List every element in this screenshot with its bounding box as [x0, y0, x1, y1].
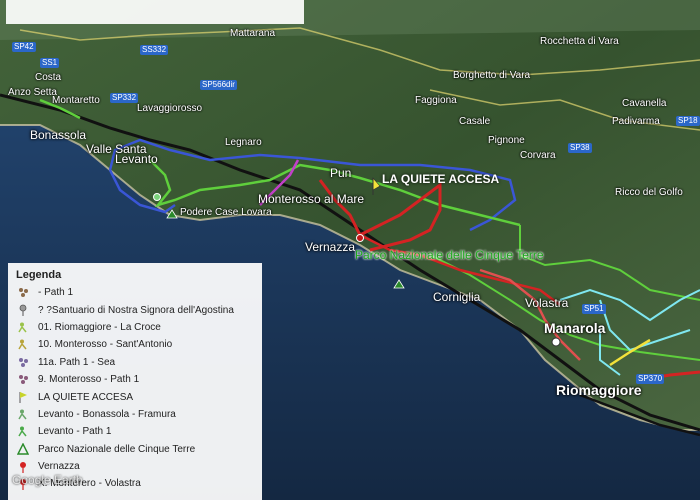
google-earth-watermark: Google Earth [12, 473, 83, 487]
manarola-marker[interactable] [551, 337, 561, 347]
place-borghetto[interactable]: Borghetto di Vara [453, 70, 530, 81]
legend-item-label: Parco Nazionale delle Cinque Terre [38, 443, 196, 455]
people-icon [16, 356, 30, 368]
place-cavanella[interactable]: Cavanella [622, 98, 666, 109]
hiker-icon [16, 426, 30, 438]
legend-item-label: 01. Riomaggiore - La Croce [38, 321, 161, 333]
place-anzo[interactable]: Anzo Setta [8, 87, 57, 98]
legend-item[interactable]: ? ?Santuario di Nostra Signora dell'Agos… [16, 301, 262, 318]
place-faggiona[interactable]: Faggiona [415, 95, 457, 106]
road-label-sp332: SP332 [110, 93, 139, 103]
place-padivarma[interactable]: Padivarma [612, 116, 660, 127]
place-lavaggiorosso[interactable]: Lavaggiorosso [137, 103, 202, 114]
place-levanto[interactable]: Levanto [115, 152, 158, 166]
legend-item[interactable]: Levanto - Bonassola - Framura [16, 406, 262, 423]
place-montaretto[interactable]: Montaretto [52, 95, 100, 106]
place-bonassola[interactable]: Bonassola [30, 128, 86, 142]
place-mattarana[interactable]: Mattarana [230, 28, 275, 39]
place-legnaro[interactable]: Legnaro [225, 137, 262, 148]
place-pignone[interactable]: Pignone [488, 135, 525, 146]
people-icon [16, 287, 30, 299]
hiker-icon [16, 339, 30, 351]
place-manarola[interactable]: Manarola [544, 320, 605, 336]
legend-item[interactable]: Levanto - Path 1 [16, 423, 262, 440]
legend-item-label: Levanto - Bonassola - Framura [38, 408, 176, 420]
legend-item[interactable]: LA QUIETE ACCESA [16, 388, 262, 405]
place-parco-nazionale[interactable]: Parco Nazionale delle Cinque Terre [355, 248, 544, 262]
legend-item-label: 10. Monterosso - Sant'Antonio [38, 339, 173, 351]
legend-title: Legenda [16, 269, 62, 281]
road-label-sp566dir: SP566dir [200, 80, 237, 90]
legend-item-label: 9. Monterosso - Path 1 [38, 374, 140, 386]
place-vernazza[interactable]: Vernazza [305, 240, 355, 254]
place-volastra[interactable]: Volastra [525, 296, 568, 310]
place-costa[interactable]: Costa [35, 72, 61, 83]
legend-item[interactable]: 10. Monterosso - Sant'Antonio [16, 336, 262, 353]
place-podere[interactable]: Podere Case Lovara [180, 207, 272, 218]
flag-icon [16, 391, 30, 404]
legend-item-label: Levanto - Path 1 [38, 426, 112, 438]
place-corniglia[interactable]: Corniglia [433, 290, 480, 304]
hiker-icon [16, 321, 30, 333]
legend-item[interactable]: Parco Nazionale delle Cinque Terre [16, 441, 262, 458]
legend-item-label: 11a. Path 1 - Sea [38, 356, 116, 368]
legend-item[interactable]: - Path 1 [16, 284, 262, 301]
place-riomaggiore[interactable]: Riomaggiore [556, 382, 642, 398]
pin-icon [16, 304, 30, 317]
road-label-sp51: SP51 [582, 304, 606, 314]
legend-item-label: ? ?Santuario di Nostra Signora dell'Agos… [38, 304, 234, 316]
road-label-sp42: SP42 [12, 42, 36, 52]
place-la-quiete-accesa[interactable]: LA QUIETE ACCESA [382, 172, 499, 186]
park-icon [16, 443, 30, 455]
road-label-sp370: SP370 [636, 374, 665, 384]
legend-item[interactable]: 11a. Path 1 - Sea [16, 354, 262, 371]
people-icon [16, 374, 30, 386]
road-label-sp38: SP38 [568, 143, 592, 153]
place-corvara[interactable]: Corvara [520, 150, 556, 161]
place-rocchetta[interactable]: Rocchetta di Vara [540, 36, 619, 47]
legend-panel: Legenda - Path 1 ? ?Santuario di Nostra … [8, 263, 262, 500]
legend-item[interactable]: 9. Monterosso - Path 1 [16, 371, 262, 388]
place-ricco[interactable]: Ricco del Golfo [615, 187, 683, 198]
place-pun[interactable]: Pun [330, 166, 351, 180]
vernazza-marker[interactable] [356, 234, 364, 242]
legend-item-label: Vernazza [38, 461, 80, 473]
road-label-sp18: SP18 [676, 116, 700, 126]
legend-item-label: LA QUIETE ACCESA [38, 391, 134, 403]
legend-item[interactable]: 01. Riomaggiore - La Croce [16, 319, 262, 336]
top-info-panel [6, 0, 304, 24]
place-casale[interactable]: Casale [459, 116, 490, 127]
legend-item-label: - Path 1 [38, 287, 74, 299]
road-label-ss1: SS1 [40, 58, 60, 68]
hiker-icon [16, 408, 30, 420]
road-label-ss332: SS332 [140, 45, 169, 55]
place-monterosso[interactable]: Monterosso al Mare [258, 192, 364, 206]
red-pin-icon [16, 461, 30, 473]
levanto-marker[interactable] [153, 193, 161, 201]
